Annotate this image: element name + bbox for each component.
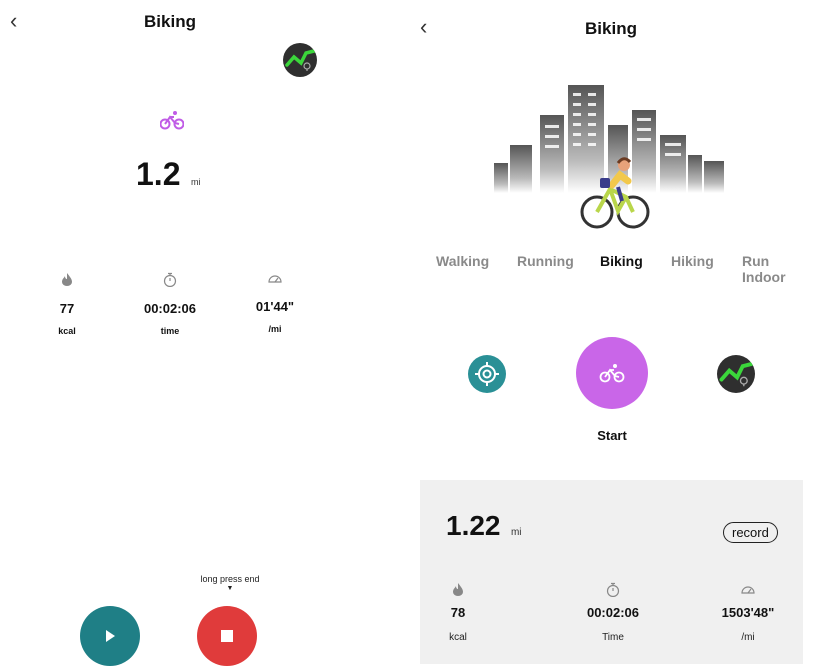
distance-value: 1.22 [446, 510, 501, 541]
pace-label: /mi [268, 324, 282, 334]
summary-panel: 1.22 mi record 78 kcal 00:02:06 Time 150… [420, 480, 803, 664]
stop-button[interactable] [197, 606, 257, 666]
back-chevron-icon[interactable]: ‹ [420, 16, 427, 38]
distance-readout: 1.22 mi [446, 510, 522, 542]
tab-run-indoor[interactable]: Run Indoor [742, 253, 813, 285]
pace-label: /mi [741, 632, 755, 643]
speedometer-icon [708, 582, 788, 600]
route-map-icon[interactable] [717, 355, 755, 393]
distance-readout: 1.2 mi [136, 156, 200, 193]
start-label: Start [597, 428, 627, 443]
time-value: 00:02:06 [143, 301, 197, 316]
speedometer-icon [245, 272, 305, 287]
tab-running[interactable]: Running [517, 253, 574, 269]
kcal-label: kcal [449, 632, 467, 643]
back-chevron-icon[interactable]: ‹ [10, 10, 17, 32]
city-cyclist-illustration [490, 85, 730, 235]
pace-value: 01'44" [255, 299, 295, 314]
bike-icon [599, 364, 625, 383]
stat-kcal: 78 kcal [438, 582, 478, 643]
distance-value: 1.2 [136, 156, 181, 192]
long-press-hint-text: long press end [200, 574, 260, 584]
start-button[interactable] [576, 337, 648, 409]
page-title: Biking [585, 19, 637, 38]
caret-down-icon: ▼ [226, 585, 234, 592]
time-value: 00:02:06 [586, 605, 640, 620]
stat-pace: 1503'48" /mi [708, 582, 788, 643]
crosshair-icon [475, 362, 499, 386]
bike-icon [159, 110, 185, 135]
tab-hiking[interactable]: Hiking [671, 253, 714, 269]
route-map-icon[interactable] [283, 43, 317, 77]
stat-time: 00:02:06 Time [573, 582, 653, 643]
long-press-hint: long press end ▼ [180, 574, 280, 592]
distance-unit: mi [190, 177, 201, 187]
kcal-value: 77 [59, 301, 75, 316]
stop-icon [221, 630, 233, 642]
time-label: time [160, 326, 180, 336]
gps-button[interactable] [468, 355, 506, 393]
distance-unit: mi [510, 527, 522, 538]
play-button[interactable] [80, 606, 140, 666]
stopwatch-icon [573, 582, 653, 602]
tab-walking[interactable]: Walking [436, 253, 489, 269]
stopwatch-icon [130, 272, 210, 290]
stat-time: 00:02:06 time [130, 272, 210, 336]
kcal-label: kcal [58, 326, 76, 336]
flame-icon [438, 582, 478, 601]
time-label: Time [602, 632, 624, 643]
record-button[interactable]: record [723, 522, 778, 543]
flame-icon [42, 272, 92, 289]
page-title: Biking [144, 12, 196, 31]
tab-biking[interactable]: Biking [600, 253, 643, 269]
stat-kcal: 77 kcal [42, 272, 92, 336]
stat-pace: 01'44" /mi [245, 272, 305, 334]
pace-value: 1503'48" [721, 605, 775, 620]
play-icon [106, 630, 115, 642]
kcal-value: 78 [450, 605, 466, 620]
